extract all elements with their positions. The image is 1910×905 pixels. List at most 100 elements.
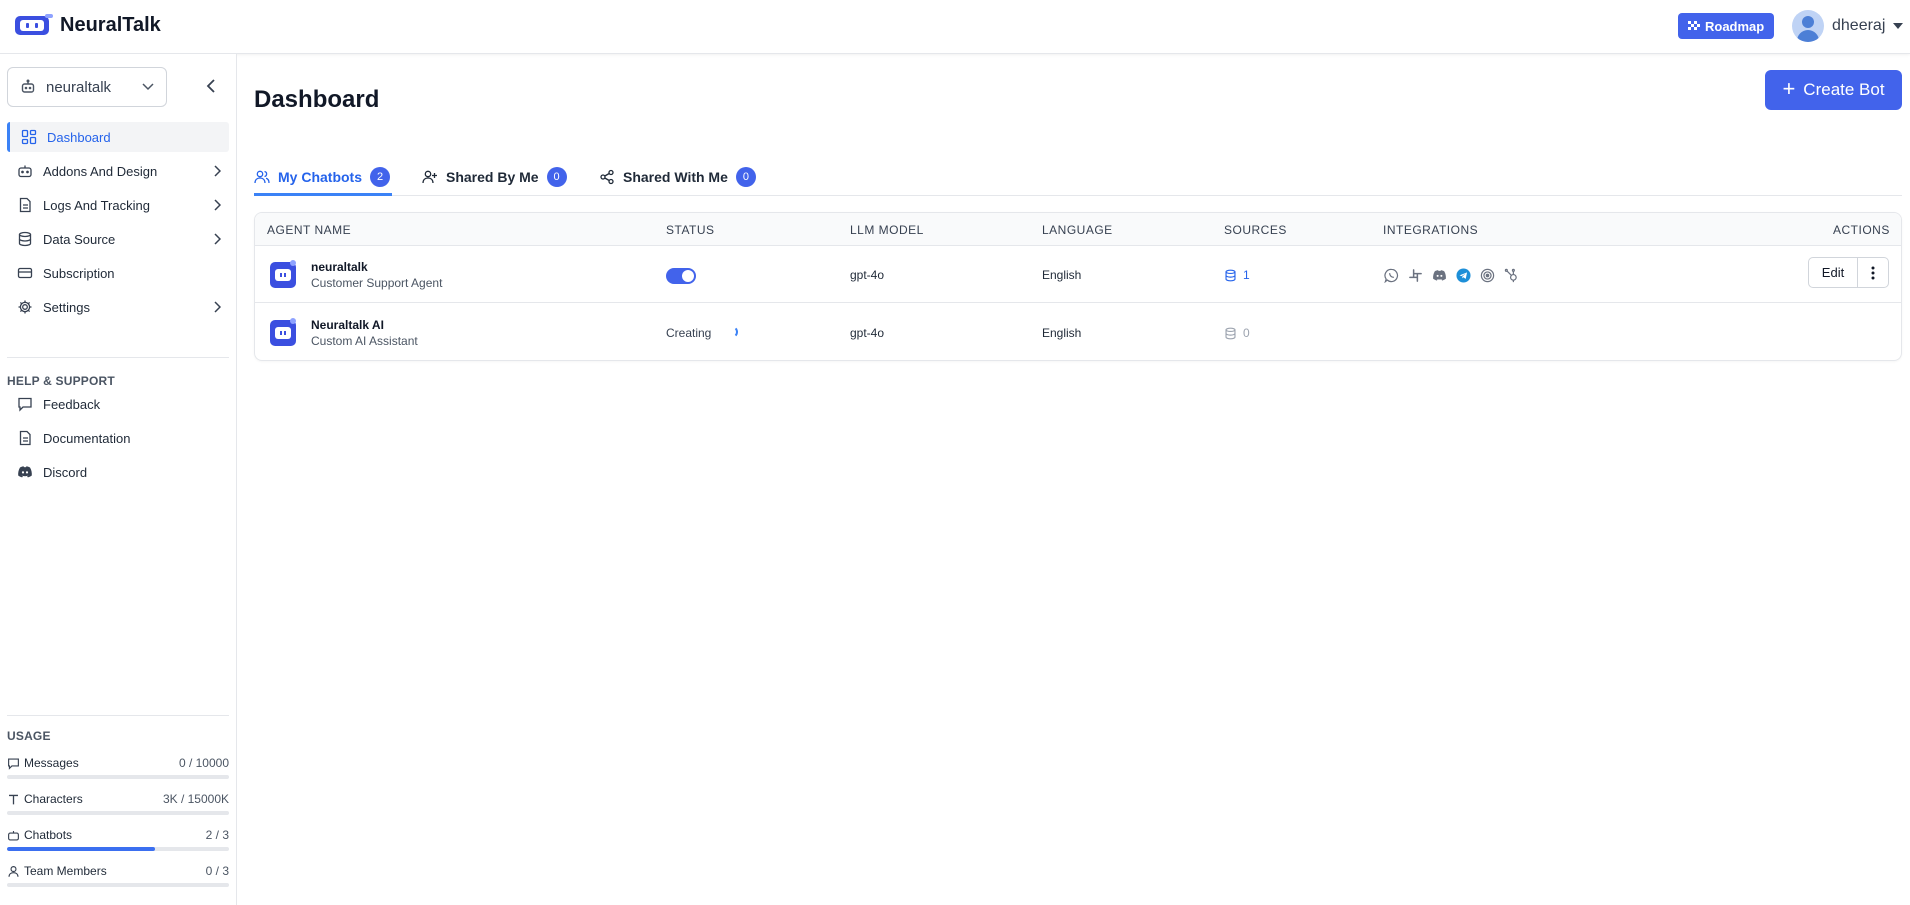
sidebar-item-dashboard[interactable]: Dashboard (7, 122, 229, 152)
sidebar-item-label: Subscription (43, 265, 115, 281)
tab-count-badge: 2 (370, 167, 390, 187)
bot-selector[interactable]: neuraltalk (7, 67, 167, 107)
tab-count-badge: 0 (735, 167, 756, 187)
hubspot-icon[interactable] (1503, 267, 1519, 283)
agent-subtitle: Customer Support Agent (311, 276, 443, 290)
tab-count-badge: 0 (546, 167, 567, 187)
bot-avatar-dot (290, 318, 296, 324)
column-header-language: LANGUAGE (1042, 223, 1113, 237)
sidebar-item-addons-and-design[interactable]: Addons And Design (7, 156, 229, 186)
sidebar-item-documentation[interactable]: Documentation (7, 423, 229, 453)
user-menu[interactable]: dheeraj (1792, 10, 1904, 42)
usage-chatbots: Chatbots 2 / 3 (7, 828, 229, 851)
sidebar-item-logs-and-tracking[interactable]: Logs And Tracking (7, 190, 229, 220)
chevron-right-icon (214, 165, 221, 177)
chevron-right-icon (214, 199, 221, 211)
status-toggle[interactable] (666, 268, 696, 284)
column-header-llm-model: LLM MODEL (850, 223, 924, 237)
share-icon (600, 169, 614, 185)
column-header-status: STATUS (666, 223, 715, 237)
create-bot-button[interactable]: + Create Bot (1765, 70, 1902, 110)
table-row[interactable]: neuraltalk Customer Support Agent gpt-4o… (255, 246, 1901, 303)
chatbots-table: AGENT NAME STATUS LLM MODEL LANGUAGE SOU… (254, 212, 1902, 361)
help-support-title: HELP & SUPPORT (7, 374, 115, 388)
usage-label: Characters (24, 792, 83, 806)
sidebar-item-settings[interactable]: Settings (7, 292, 229, 322)
sources-count[interactable]: 1 (1224, 268, 1250, 282)
usage-value: 2 / 3 (205, 828, 229, 842)
sidebar-item-discord[interactable]: Discord (7, 457, 229, 487)
agent-name[interactable]: Neuraltalk AI (311, 318, 384, 332)
page-title: Dashboard (254, 86, 380, 113)
plus-icon: + (1782, 76, 1796, 101)
card-icon (17, 265, 33, 281)
tab-label: Shared By Me (446, 169, 539, 185)
table-row[interactable]: Neuraltalk AI Custom AI Assistant Creati… (255, 304, 1901, 360)
integrations-list (1383, 267, 1519, 283)
users-icon (254, 170, 270, 184)
bot-icon (21, 79, 35, 93)
sidebar-item-data-source[interactable]: Data Source (7, 224, 229, 254)
more-options-button[interactable] (1857, 257, 1889, 288)
dashboard-icon (21, 129, 37, 145)
database-icon (1225, 327, 1236, 339)
bot-icon (8, 830, 19, 841)
help-nav: Feedback Documentation Discord (7, 389, 229, 491)
edit-button[interactable]: Edit (1808, 257, 1858, 288)
tab-shared-with-me[interactable]: Shared With Me 0 (599, 162, 756, 192)
user-icon (8, 865, 19, 877)
messenger-icon[interactable] (1479, 267, 1495, 283)
whatsapp-icon[interactable] (1383, 267, 1399, 283)
app-logo[interactable]: NeuralTalk (14, 13, 161, 37)
usage-value: 3K / 15000K (162, 792, 229, 806)
gear-icon (17, 299, 33, 315)
active-tab-indicator (254, 193, 392, 196)
usage-label: Messages (24, 756, 79, 770)
sidebar-item-label: Addons And Design (43, 163, 158, 179)
sidebar-item-label: Dashboard (47, 129, 111, 145)
sidebar-item-feedback[interactable]: Feedback (7, 389, 229, 419)
text-icon (9, 794, 18, 804)
chevron-down-icon (142, 83, 154, 91)
collapse-sidebar-button[interactable] (206, 78, 222, 96)
bot-avatar-dot (290, 260, 296, 266)
app-title: NeuralTalk (60, 13, 161, 36)
tab-my-chatbots[interactable]: My Chatbots 2 (254, 162, 390, 192)
database-icon (17, 231, 33, 247)
bot-icon (17, 163, 33, 179)
discord-icon (17, 464, 33, 480)
discord-icon[interactable] (1431, 267, 1447, 283)
database-icon (1225, 269, 1236, 281)
column-header-sources: SOURCES (1224, 223, 1287, 237)
sources-count[interactable]: 0 (1224, 326, 1250, 340)
usage-value: 0 / 10000 (178, 756, 229, 770)
sidebar-item-label: Data Source (43, 231, 116, 247)
tab-label: My Chatbots (278, 169, 362, 185)
create-bot-label: Create Bot (1803, 80, 1885, 99)
sidebar: neuraltalk Dashboard Addons And Design L… (0, 54, 237, 905)
telegram-icon[interactable] (1455, 267, 1471, 283)
tab-label: Shared With Me (623, 169, 728, 185)
tab-shared-by-me[interactable]: Shared By Me 0 (422, 162, 567, 192)
user-plus-icon (422, 170, 437, 184)
document-icon (17, 430, 33, 446)
sidebar-item-subscription[interactable]: Subscription (7, 258, 229, 288)
top-bar: NeuralTalk Roadmap dheeraj (0, 0, 1910, 54)
user-name: dheeraj (1832, 17, 1886, 34)
roadmap-button[interactable]: Roadmap (1678, 13, 1775, 39)
agent-name[interactable]: neuraltalk (311, 260, 368, 274)
slack-icon[interactable] (1407, 267, 1423, 283)
status-text: Creating (666, 326, 712, 340)
column-header-integrations: INTEGRATIONS (1383, 223, 1479, 237)
sidebar-divider (7, 715, 229, 716)
usage-bar (7, 775, 229, 779)
bot-selector-label: neuraltalk (46, 78, 112, 96)
usage-value: 0 / 3 (205, 864, 229, 878)
chevron-right-icon (214, 301, 221, 313)
caret-down-icon (1893, 23, 1904, 29)
sidebar-item-label: Feedback (43, 396, 101, 412)
language: English (1042, 326, 1082, 340)
usage-characters: Characters 3K / 15000K (7, 792, 229, 815)
usage-bar (7, 883, 229, 887)
sources-value: 1 (1243, 268, 1250, 282)
